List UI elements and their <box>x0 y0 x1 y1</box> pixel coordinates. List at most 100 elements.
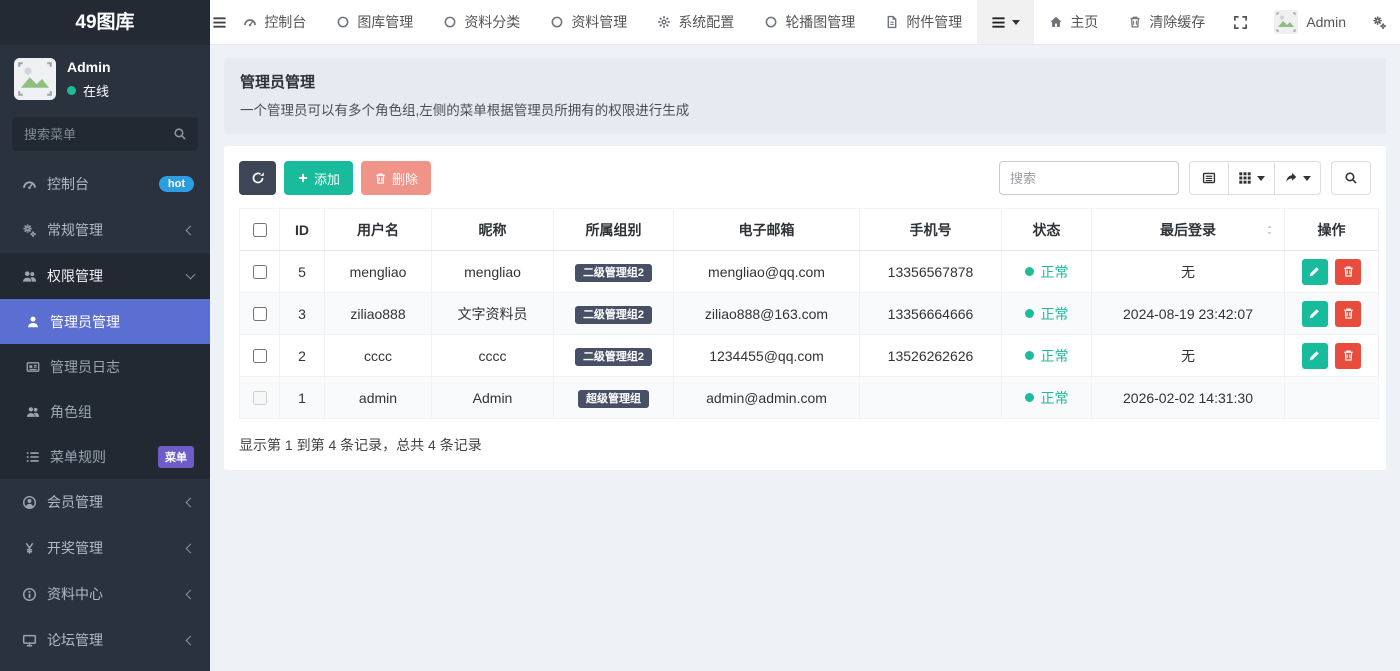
col-email: 电子邮箱 <box>674 209 860 251</box>
columns-dropdown-button[interactable] <box>1228 161 1275 195</box>
app-window: 49图库 Admin 在线 控制台 hot <box>0 0 1400 671</box>
edit-button[interactable] <box>1302 343 1328 369</box>
tab-list-dropdown-button[interactable] <box>977 0 1034 44</box>
tab-label: 图库管理 <box>357 12 413 32</box>
search-icon <box>173 127 187 141</box>
cell-email: mengliao@qq.com <box>674 251 860 293</box>
cell-phone <box>860 377 1002 419</box>
toggle-view-button[interactable] <box>1189 161 1229 195</box>
status-dot-icon <box>1025 309 1034 318</box>
sidebar-item-general[interactable]: 常规管理 <box>0 207 210 253</box>
caret-down-icon <box>1012 20 1020 25</box>
sidebar-item-admin-manage[interactable]: 管理员管理 <box>0 299 210 344</box>
search-toggle-button[interactable] <box>1331 161 1371 195</box>
user-name: Admin <box>67 59 111 75</box>
sidebar-item-auth[interactable]: 权限管理 <box>0 253 210 299</box>
settings-button[interactable] <box>1359 0 1400 44</box>
cell-email: ziliao888@163.com <box>674 293 860 335</box>
tab-label: 控制台 <box>264 12 306 32</box>
tab-system-config[interactable]: 系统配置 <box>642 0 749 44</box>
status-dot-icon <box>1025 267 1034 276</box>
circle-icon <box>336 15 350 29</box>
sidebar-item-dashboard[interactable]: 控制台 hot <box>0 161 210 207</box>
chevron-left-icon <box>186 543 196 553</box>
user-status: 在线 <box>67 81 111 100</box>
sidebar-item-role-group[interactable]: 角色组 <box>0 389 210 434</box>
cell-actions <box>1285 335 1379 377</box>
cell-last-login: 无 <box>1092 251 1285 293</box>
cell-id: 5 <box>280 251 325 293</box>
topbar-right: 主页 清除缓存 Admin <box>977 0 1400 44</box>
refresh-button[interactable] <box>239 161 276 195</box>
cell-nickname: 文字资料员 <box>432 293 554 335</box>
delete-row-button[interactable] <box>1335 343 1361 369</box>
cell-actions <box>1285 293 1379 335</box>
delete-row-button[interactable] <box>1335 259 1361 285</box>
chevron-left-icon <box>186 635 196 645</box>
clear-cache-label: 清除缓存 <box>1149 12 1205 32</box>
view-button-group <box>1189 161 1321 195</box>
row-checkbox[interactable] <box>253 307 267 321</box>
edit-button[interactable] <box>1302 301 1328 327</box>
row-checkbox[interactable] <box>253 265 267 279</box>
delete-row-button[interactable] <box>1335 301 1361 327</box>
sidebar-item-menu-rule[interactable]: 菜单规则 菜单 <box>0 434 210 479</box>
edit-button[interactable] <box>1302 259 1328 285</box>
hot-badge: hot <box>159 176 194 192</box>
cell-email: 1234455@qq.com <box>674 335 860 377</box>
expand-icon <box>1233 15 1248 30</box>
add-button[interactable]: 添加 <box>284 161 353 195</box>
select-all-checkbox[interactable] <box>253 223 267 237</box>
sidebar-item-label: 控制台 <box>47 174 159 194</box>
sidebar-item-label: 会员管理 <box>47 492 187 512</box>
circle-icon <box>443 15 457 29</box>
sidebar-toggle-button[interactable] <box>210 0 228 44</box>
users-icon <box>26 405 40 419</box>
menu-search-input[interactable] <box>12 117 198 151</box>
sidebar-item-lottery[interactable]: 开奖管理 <box>0 525 210 571</box>
col-last-login[interactable]: 最后登录 <box>1092 209 1285 251</box>
table-search-input[interactable] <box>999 161 1179 195</box>
main-area: 控制台 图库管理 资料分类 资料管理 系统配置 轮播图管理 <box>210 0 1400 671</box>
group-badge: 二级管理组2 <box>575 348 652 366</box>
tab-data-category[interactable]: 资料分类 <box>428 0 535 44</box>
sidebar-item-data-center[interactable]: 资料中心 <box>0 571 210 617</box>
sidebar-item-label: 角色组 <box>50 402 194 422</box>
page-header: 管理员管理 一个管理员可以有多个角色组,左侧的菜单根据管理员所拥有的权限进行生成 <box>224 58 1386 134</box>
sidebar-item-admin-log[interactable]: 管理员日志 <box>0 344 210 389</box>
fullscreen-button[interactable] <box>1220 0 1261 44</box>
col-group: 所属组别 <box>554 209 674 251</box>
export-icon <box>1284 171 1298 185</box>
chevron-left-icon <box>186 589 196 599</box>
tab-carousel[interactable]: 轮播图管理 <box>749 0 870 44</box>
table-header-row: ID 用户名 昵称 所属组别 电子邮箱 手机号 状态 最后登录 <box>240 209 1379 251</box>
delete-button[interactable]: 删除 <box>361 161 431 195</box>
table-row: 1 admin Admin 超级管理组 admin@admin.com 正常 2… <box>240 377 1379 419</box>
export-dropdown-button[interactable] <box>1274 161 1321 195</box>
online-dot-icon <box>67 86 76 95</box>
row-checkbox[interactable] <box>253 349 267 363</box>
users-icon <box>22 269 37 284</box>
tab-gallery[interactable]: 图库管理 <box>321 0 428 44</box>
tab-data-manage[interactable]: 资料管理 <box>535 0 642 44</box>
group-badge: 二级管理组2 <box>575 306 652 324</box>
home-link[interactable]: 主页 <box>1034 0 1113 44</box>
col-id: ID <box>280 209 325 251</box>
user-icon <box>26 315 40 329</box>
tab-attachment[interactable]: 附件管理 <box>870 0 977 44</box>
caret-down-icon <box>1257 176 1265 181</box>
cell-nickname: cccc <box>432 335 554 377</box>
bars-icon <box>212 15 227 30</box>
row-checkbox <box>253 391 267 405</box>
record-summary: 显示第 1 到第 4 条记录，总共 4 条记录 <box>239 435 1371 455</box>
sidebar-item-forum[interactable]: 论坛管理 <box>0 617 210 663</box>
user-menu[interactable]: Admin <box>1261 0 1359 44</box>
app-logo[interactable]: 49图库 <box>0 0 210 45</box>
sidebar-item-member[interactable]: 会员管理 <box>0 479 210 525</box>
yen-icon <box>22 541 37 556</box>
col-phone: 手机号 <box>860 209 1002 251</box>
cogs-icon <box>22 223 37 238</box>
chevron-down-icon <box>186 270 196 280</box>
tab-dashboard[interactable]: 控制台 <box>228 0 321 44</box>
clear-cache-button[interactable]: 清除缓存 <box>1113 0 1220 44</box>
